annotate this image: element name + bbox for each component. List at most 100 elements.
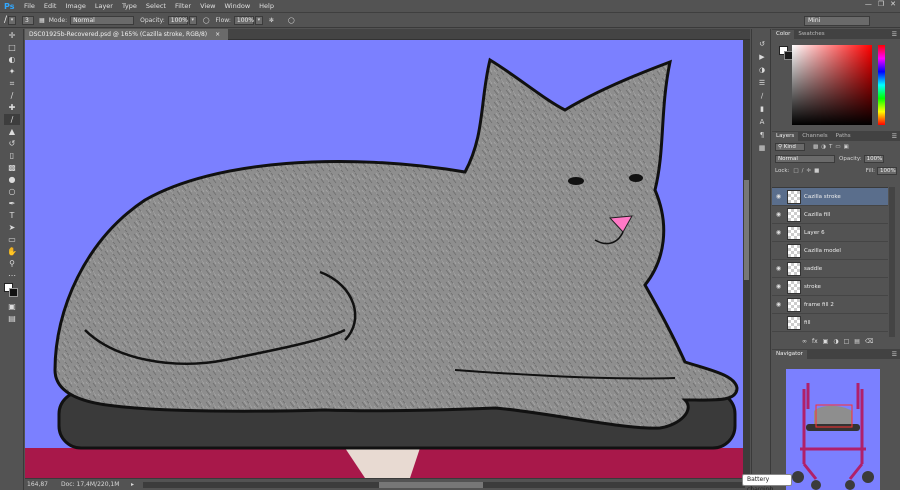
healing-brush-tool-icon[interactable]: ✚: [4, 102, 20, 113]
navigator-menu-icon[interactable]: ☰: [892, 350, 897, 359]
menu-file[interactable]: File: [24, 2, 35, 10]
mode-select[interactable]: Normal: [70, 15, 135, 25]
delete-layer-icon[interactable]: ⌫: [865, 338, 873, 348]
opacity-field[interactable]: 100%: [167, 15, 188, 25]
panel-menu-icon[interactable]: ☰: [892, 30, 897, 39]
properties-panel-icon[interactable]: ☰: [756, 78, 768, 88]
blur-tool-icon[interactable]: ●: [4, 174, 20, 185]
clone-source-icon[interactable]: ▮: [756, 104, 768, 114]
paragraph-panel-icon[interactable]: ¶: [756, 130, 768, 140]
layer-row[interactable]: ◉ saddle: [772, 260, 888, 278]
history-panel-icon[interactable]: ↺: [756, 39, 768, 49]
dodge-tool-icon[interactable]: ○: [4, 186, 20, 197]
layer-row[interactable]: Cazilla model: [772, 242, 888, 260]
navigator-preview[interactable]: [786, 369, 880, 490]
document-tab[interactable]: DSC01925b-Recovered.psd @ 165% (Cazilla …: [25, 29, 229, 40]
layer-name[interactable]: stroke: [804, 284, 821, 290]
link-layers-icon[interactable]: ∞: [802, 338, 807, 348]
tab-paths[interactable]: Paths: [832, 132, 855, 141]
opacity-dropdown[interactable]: ▾: [188, 15, 197, 25]
zoom-level[interactable]: 164,87: [27, 479, 48, 490]
lasso-tool-icon[interactable]: ◐: [4, 54, 20, 65]
menu-view[interactable]: View: [200, 2, 215, 10]
visibility-eye-icon[interactable]: ◉: [772, 301, 785, 308]
character-panel-icon[interactable]: A: [756, 117, 768, 127]
marquee-tool-icon[interactable]: □: [4, 42, 20, 53]
visibility-eye-icon[interactable]: ◉: [772, 229, 785, 236]
layer-opacity-field[interactable]: 100%: [863, 155, 884, 163]
pen-tool-icon[interactable]: ✒: [4, 198, 20, 209]
menu-filter[interactable]: Filter: [175, 2, 191, 10]
layers-scrollbar[interactable]: [889, 187, 895, 337]
close-icon[interactable]: ✕: [890, 0, 896, 8]
layer-row[interactable]: ◉ frame fill 2: [772, 296, 888, 314]
actions-panel-icon[interactable]: ▶: [756, 52, 768, 62]
layer-fill-field[interactable]: 100%: [877, 167, 897, 175]
horizontal-scroll-thumb[interactable]: [379, 482, 483, 488]
more-tools-icon[interactable]: ⋯: [4, 270, 20, 281]
gradient-tool-icon[interactable]: ▩: [4, 162, 20, 173]
tool-preset-dropdown[interactable]: ▾: [8, 15, 17, 25]
tab-swatches[interactable]: Swatches: [794, 30, 828, 39]
close-document-icon[interactable]: ×: [215, 31, 220, 38]
screen-mode-icon[interactable]: ▤: [4, 313, 20, 324]
layer-name[interactable]: frame fill 2: [804, 302, 834, 308]
layer-name[interactable]: Layer 6: [804, 230, 825, 236]
type-tool-icon[interactable]: T: [4, 210, 20, 221]
vertical-scroll-thumb[interactable]: [744, 180, 749, 280]
adjustments-panel-icon[interactable]: ◑: [756, 65, 768, 75]
minimize-icon[interactable]: —: [865, 0, 872, 8]
visibility-eye-icon[interactable]: ◉: [772, 193, 785, 200]
pressure-size-icon[interactable]: ◯: [288, 17, 295, 24]
flow-field[interactable]: 100%: [233, 15, 254, 25]
layer-style-icon[interactable]: fx: [812, 338, 818, 348]
layer-name[interactable]: Cazilla model: [804, 248, 841, 254]
hand-tool-icon[interactable]: ✋: [4, 246, 20, 257]
canvas-vertical-scrollbar[interactable]: [743, 40, 750, 478]
visibility-eye-icon[interactable]: ◉: [772, 265, 785, 272]
layer-name[interactable]: fill: [804, 320, 811, 326]
menu-type[interactable]: Type: [122, 2, 137, 10]
menu-edit[interactable]: Edit: [44, 2, 57, 10]
zoom-tool-icon[interactable]: ⚲: [4, 258, 20, 269]
layer-name[interactable]: Cazilla stroke: [804, 194, 841, 200]
blend-mode-select[interactable]: Normal: [775, 155, 835, 163]
menu-select[interactable]: Select: [146, 2, 166, 10]
adjustment-layer-icon[interactable]: ◑: [833, 338, 838, 348]
tab-channels[interactable]: Channels: [798, 132, 831, 141]
brush-panel-icon[interactable]: ▦: [39, 17, 45, 24]
brush-tool-icon[interactable]: ∕: [4, 114, 20, 125]
flow-dropdown[interactable]: ▾: [254, 15, 263, 25]
airbrush-icon[interactable]: ✻: [269, 17, 274, 24]
visibility-eye-icon[interactable]: ◉: [772, 283, 785, 290]
path-select-tool-icon[interactable]: ➤: [4, 222, 20, 233]
filter-icons[interactable]: ▩◑T▭▣: [813, 144, 852, 150]
layer-row[interactable]: fill: [772, 314, 888, 332]
foreground-background-swatch[interactable]: [4, 283, 20, 299]
hue-slider[interactable]: [878, 45, 885, 125]
brush-presets-icon[interactable]: ∕: [756, 91, 768, 101]
clone-stamp-tool-icon[interactable]: ▲: [4, 126, 20, 137]
document-canvas[interactable]: [25, 40, 743, 478]
status-menu-icon[interactable]: ▸: [131, 479, 134, 490]
layer-row[interactable]: ◉ Cazilla fill: [772, 206, 888, 224]
eraser-tool-icon[interactable]: ▯: [4, 150, 20, 161]
layer-row[interactable]: ◉ Layer 6: [772, 224, 888, 242]
add-mask-icon[interactable]: ▣: [823, 338, 829, 348]
quick-mask-icon[interactable]: ▣: [4, 301, 20, 312]
restore-icon[interactable]: ❐: [878, 0, 884, 8]
workspace-switcher[interactable]: Mini: [804, 16, 870, 26]
swatches-panel-icon[interactable]: ▦: [756, 143, 768, 153]
canvas-horizontal-scrollbar[interactable]: [143, 482, 745, 488]
new-group-icon[interactable]: □: [844, 338, 850, 348]
brush-size-field[interactable]: 3: [22, 15, 35, 25]
lock-icons[interactable]: □∕✛■: [793, 168, 822, 174]
history-brush-tool-icon[interactable]: ↺: [4, 138, 20, 149]
layer-name[interactable]: Cazilla fill: [804, 212, 830, 218]
tab-navigator[interactable]: Navigator: [772, 350, 807, 359]
color-picker-field[interactable]: [792, 45, 872, 125]
quick-select-tool-icon[interactable]: ✦: [4, 66, 20, 77]
menu-layer[interactable]: Layer: [95, 2, 113, 10]
tab-layers[interactable]: Layers: [772, 132, 799, 141]
tab-color[interactable]: Color: [772, 30, 795, 39]
